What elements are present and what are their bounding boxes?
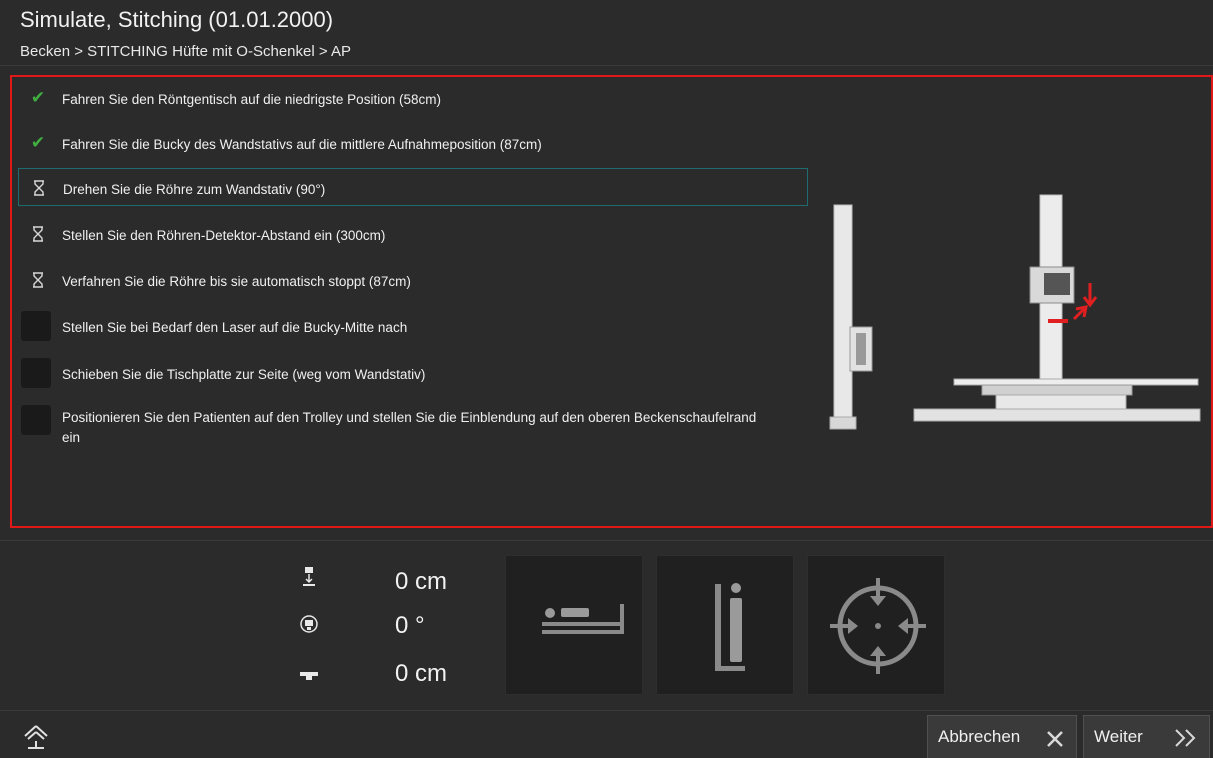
check-icon: ✔ — [30, 133, 46, 152]
close-icon — [1047, 731, 1063, 747]
steps-panel: ✔ Fahren Sie den Röntgentisch auf die ni… — [10, 75, 1213, 528]
page-title: Simulate, Stitching (01.01.2000) — [20, 7, 334, 32]
cancel-label: Abbrechen — [938, 727, 1021, 746]
step-label: Schieben Sie die Tischplatte zur Seite (… — [62, 367, 426, 382]
step-label: Stellen Sie bei Bedarf den Laser auf die… — [62, 320, 408, 335]
step-label: Positionieren Sie den Patienten auf den … — [62, 410, 757, 445]
tube-height-value: 0 cm — [395, 568, 448, 595]
step-item-active[interactable]: Drehen Sie die Röhre zum Wandstativ (90°… — [18, 168, 808, 206]
cancel-button[interactable]: Abbrechen — [927, 715, 1077, 758]
patient-standing-icon — [715, 583, 745, 671]
patient-lying-icon — [542, 604, 624, 634]
table-height-icon — [300, 672, 318, 680]
step-item: ✔ Fahren Sie den Röntgentisch auf die ni… — [18, 79, 808, 117]
double-chevron-right-icon — [1175, 729, 1196, 747]
tube-rotation-icon — [300, 615, 318, 633]
step-item: ✔ Fahren Sie die Bucky des Wandstativs a… — [18, 124, 808, 162]
table-height-value: 0 cm — [395, 660, 448, 687]
step-item: Stellen Sie bei Bedarf den Laser auf die… — [18, 307, 808, 345]
step-label: Fahren Sie den Röntgentisch auf die nied… — [62, 92, 441, 107]
patient-lying-button[interactable] — [505, 555, 643, 695]
header: Simulate, Stitching (01.01.2000) Becken … — [0, 0, 1213, 66]
step-checkbox[interactable] — [21, 405, 51, 435]
step-item: Verfahren Sie die Röhre bis sie automati… — [18, 261, 808, 299]
step-label: Fahren Sie die Bucky des Wandstativs auf… — [62, 137, 542, 152]
footer-bar: Abbrechen Weiter — [0, 710, 1213, 758]
step-item: Schieben Sie die Tischplatte zur Seite (… — [18, 354, 808, 392]
step-label: Verfahren Sie die Röhre bis sie automati… — [62, 274, 411, 289]
tube-rotation-value: 0 ° — [395, 612, 425, 639]
breadcrumb: Becken > STITCHING Hüfte mit O-Schenkel … — [20, 43, 351, 60]
step-item: Stellen Sie den Röhren-Detektor-Abstand … — [18, 215, 808, 253]
check-icon: ✔ — [30, 88, 46, 107]
hourglass-icon — [29, 178, 49, 198]
hourglass-icon — [28, 224, 48, 244]
step-label: Stellen Sie den Röhren-Detektor-Abstand … — [62, 228, 386, 243]
next-label: Weiter — [1094, 727, 1143, 746]
step-checkbox[interactable] — [21, 311, 51, 341]
patient-standing-button[interactable] — [656, 555, 794, 695]
step-checkbox[interactable] — [21, 358, 51, 388]
home-position-icon[interactable] — [22, 723, 50, 751]
step-item: Positionieren Sie den Patienten auf den … — [18, 401, 808, 453]
next-button[interactable]: Weiter — [1083, 715, 1210, 758]
tube-height-icon — [303, 567, 315, 586]
xray-system-illustration — [829, 194, 1201, 430]
hourglass-icon — [28, 270, 48, 290]
crosshair-center-icon — [830, 578, 926, 674]
center-crosshair-button[interactable] — [807, 555, 945, 695]
step-label: Drehen Sie die Röhre zum Wandstativ (90°… — [63, 182, 326, 197]
